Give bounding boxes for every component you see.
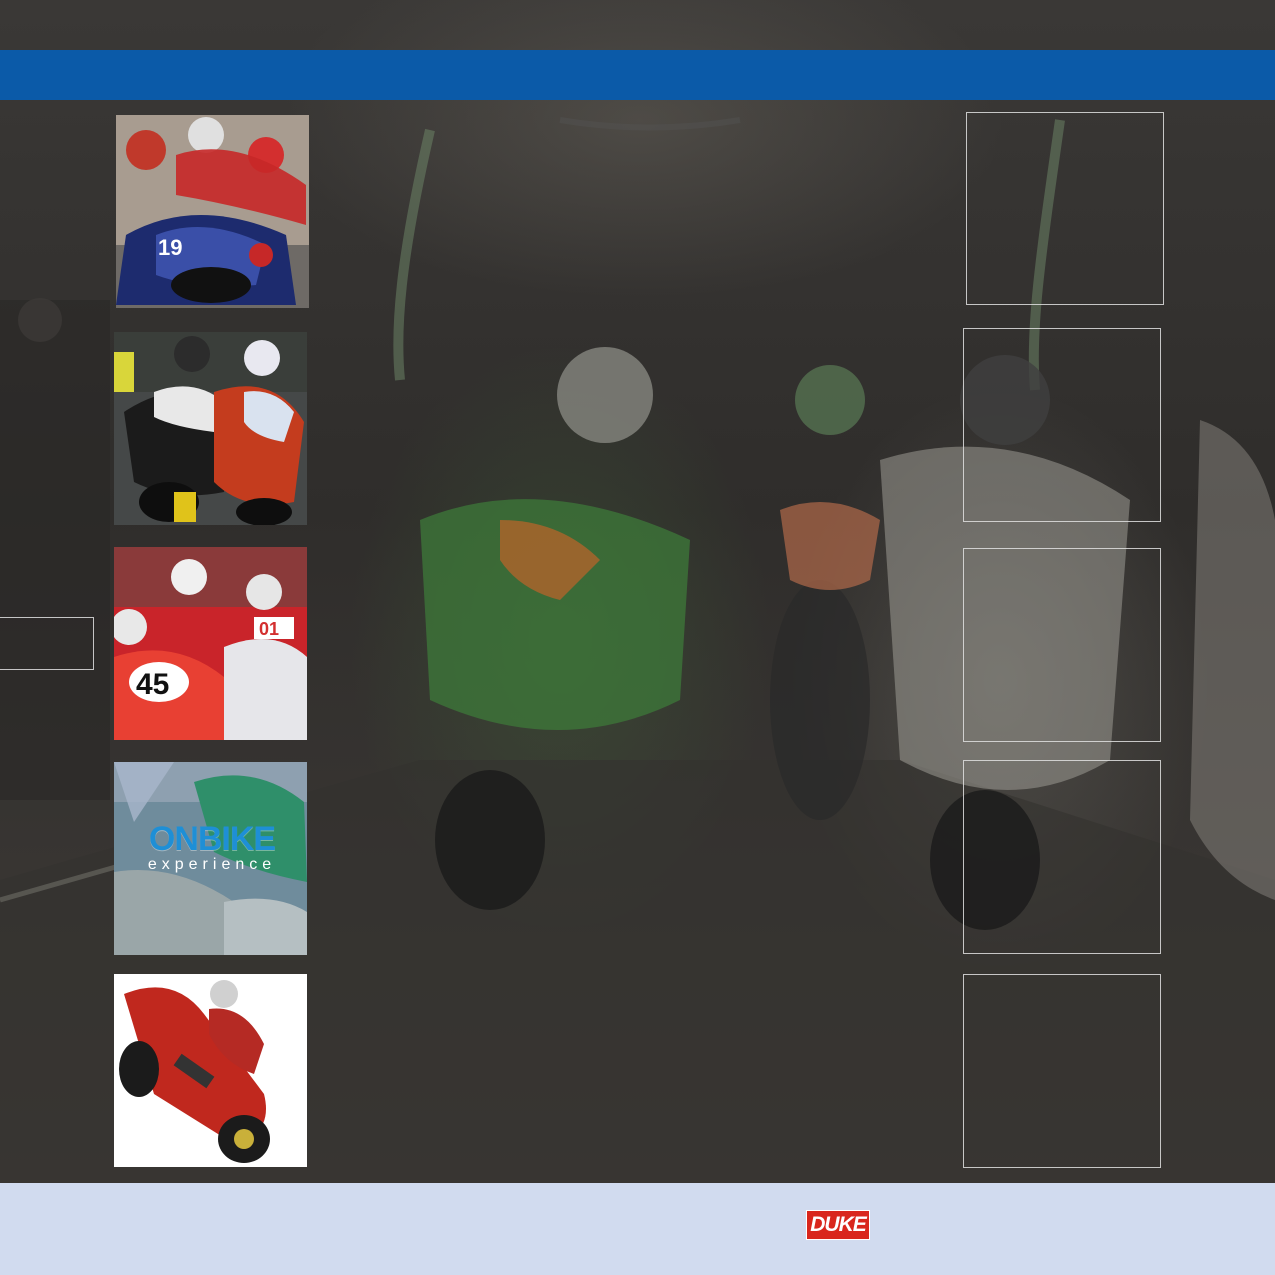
svg-text:01: 01 [259,619,279,639]
svg-text:19: 19 [158,235,182,260]
empty-frame-3 [963,548,1161,742]
duke-logo: DUKE [806,1210,870,1240]
top-blue-band [0,50,1275,100]
superbike-pack-photo: 19 [116,115,309,308]
stunt-wheelie-photo [114,974,307,1167]
onbike-title: ONBIKE [148,820,276,858]
svg-text:45: 45 [136,668,169,701]
road-race-duel-photo [114,332,307,525]
empty-frame-1 [966,112,1164,305]
empty-frame-2 [963,328,1161,522]
empty-frame-4 [963,760,1161,954]
number-45-race-photo: 45 01 [114,547,307,740]
onbike-experience-cover: ONBIKE experience [114,762,307,955]
bottom-light-band [0,1183,1275,1275]
left-edge-frame [0,617,94,670]
onbike-subtitle: experience [147,856,277,873]
empty-frame-5 [963,974,1161,1168]
